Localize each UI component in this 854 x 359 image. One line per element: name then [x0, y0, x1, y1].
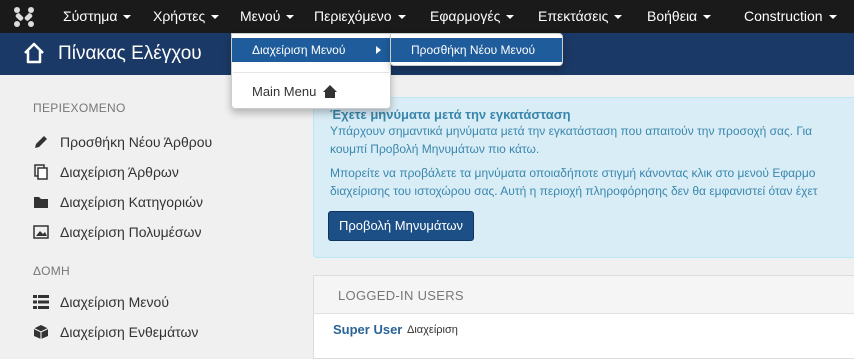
- nav-site-construction[interactable]: Construction: [744, 0, 837, 33]
- alert-text-line: διαχείρισης του ιστοχώρου σας. Αυτή η πε…: [330, 184, 818, 198]
- nav-components[interactable]: Εφαρμογές: [430, 0, 515, 33]
- nav-system[interactable]: Σύστημα: [63, 0, 132, 33]
- joomla-logo-icon[interactable]: [12, 5, 36, 29]
- folder-icon: [34, 197, 48, 208]
- copy-icon: [34, 164, 48, 180]
- view-messages-button[interactable]: Προβολή Μηνυμάτων: [328, 211, 474, 241]
- nav-extensions[interactable]: Επεκτάσεις: [538, 0, 623, 33]
- alert-title: Έχετε μηνύματα μετά την εγκατάσταση: [330, 107, 571, 122]
- post-install-messages-alert: Έχετε μηνύματα μετά την εγκατάσταση Υπάρ…: [313, 97, 854, 258]
- nav-menus[interactable]: Μενού: [240, 0, 295, 33]
- nav-help[interactable]: Βοήθεια: [647, 0, 712, 33]
- caret-down-icon: [211, 15, 220, 20]
- caret-right-icon: [376, 46, 381, 54]
- sidebar-heading-structure: ΔΟΜΗ: [33, 264, 70, 278]
- nav-users[interactable]: Χρήστες: [153, 0, 220, 33]
- user-name-link[interactable]: Super User: [333, 322, 402, 337]
- list-icon: [33, 295, 49, 309]
- dropdown-item-main-menu[interactable]: Main Menu: [252, 84, 337, 99]
- caret-down-icon: [828, 15, 837, 20]
- cube-icon: [33, 325, 49, 339]
- image-icon: [33, 225, 49, 239]
- manage-menus-submenu: Προσθήκη Νέου Μενού: [390, 33, 563, 66]
- caret-down-icon: [123, 15, 132, 20]
- page-title: Πίνακας Ελέγχου: [58, 43, 202, 64]
- alert-text-line: κουμπί Προβολή Μηνυμάτων πιο κάτω.: [330, 142, 540, 156]
- menus-dropdown: Διαχείριση Μενού Main Menu: [231, 33, 391, 109]
- sidebar-heading-content: ΠΕΡΙΕΧΟΜΕΝΟ: [33, 101, 126, 115]
- caret-down-icon: [506, 15, 515, 20]
- user-role-label: Διαχείριση: [407, 324, 458, 336]
- sidebar: ΠΕΡΙΕΧΟΜΕΝΟ Προσθήκη Νέου Άρθρου Διαχείρ…: [33, 101, 213, 340]
- submenu-item-add-new-menu[interactable]: Προσθήκη Νέου Μενού: [391, 38, 562, 62]
- home-icon: [24, 42, 44, 64]
- dropdown-item-manage-menus[interactable]: Διαχείριση Μενού: [232, 38, 390, 62]
- alert-text-line: Μπορείτε να προβάλετε τα μηνύματα οποιαδ…: [330, 166, 816, 180]
- logged-in-users-panel: LOGGED-IN USERS Super User Διαχείριση: [313, 275, 854, 359]
- nav-content[interactable]: Περιεχόμενο: [314, 0, 406, 33]
- home-icon: [322, 85, 337, 98]
- dropdown-divider: [233, 72, 389, 73]
- caret-down-icon: [703, 15, 712, 20]
- caret-down-icon: [286, 15, 295, 20]
- top-navbar: Σύστημα Χρήστες Μενού Περιεχόμενο Εφαρμο…: [0, 0, 854, 33]
- panel-title: LOGGED-IN USERS: [338, 288, 464, 303]
- caret-down-icon: [614, 15, 623, 20]
- alert-text-line: Υπάρχουν σημαντικά μηνύματα μετά την εγκ…: [330, 124, 813, 138]
- panel-header: LOGGED-IN USERS: [314, 276, 854, 314]
- caret-down-icon: [397, 15, 406, 20]
- pencil-icon: [35, 136, 47, 148]
